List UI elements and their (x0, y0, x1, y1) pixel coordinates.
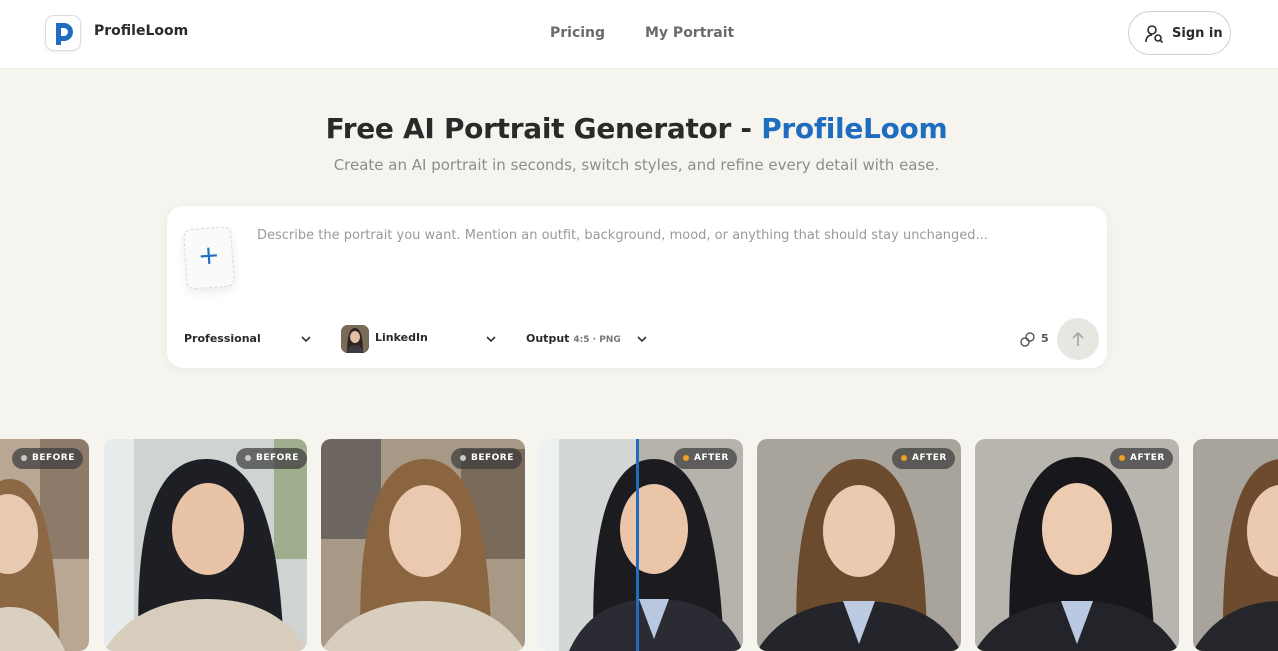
after-photo-tile (1193, 439, 1278, 651)
portrait-photo (1193, 439, 1278, 651)
output-label: Output (526, 332, 570, 345)
chevron-down-icon (301, 336, 311, 343)
after-photo-tile: AFTER (975, 439, 1179, 651)
user-search-icon (1145, 25, 1164, 44)
plus-icon: + (196, 240, 221, 272)
output-select-text: Output 4:5 · PNG (526, 332, 621, 345)
after-photo-tile: AFTER (757, 439, 961, 651)
chevron-down-icon (486, 336, 496, 343)
credits-count: 5 (1041, 332, 1049, 345)
portrait-photo (757, 439, 961, 651)
portrait-photo (321, 439, 525, 651)
nav-my-portrait-link[interactable]: My Portrait (645, 25, 734, 41)
arrow-up-icon (1072, 331, 1084, 346)
page-subtitle: Create an AI portrait in seconds, switch… (333, 156, 940, 174)
sign-in-button[interactable]: Sign in (1128, 11, 1231, 55)
title-prefix: Free AI Portrait Generator - (325, 112, 762, 145)
output-format-value: 4:5 · PNG (573, 335, 621, 345)
after-badge: AFTER (674, 448, 737, 469)
generate-submit-button[interactable] (1057, 318, 1099, 360)
prompt-composer-card: + Professional LinkedIn Output4:5 · PNG … (167, 206, 1107, 368)
output-format-select[interactable]: Output 4:5 · PNG (526, 324, 656, 354)
after-badge: AFTER (892, 448, 955, 469)
prompt-input[interactable] (257, 228, 1087, 308)
before-badge: BEFORE (236, 448, 307, 469)
sign-in-label: Sign in (1172, 26, 1223, 41)
title-brand: ProfileLoom (761, 112, 948, 145)
after-badge: AFTER (1110, 448, 1173, 469)
upload-photo-button[interactable]: + (182, 226, 236, 290)
chevron-down-icon (637, 336, 647, 343)
top-navigation-bar: ProfileLoom Pricing My Portrait Sign in (0, 0, 1278, 69)
preset-select[interactable]: LinkedIn (341, 324, 499, 354)
preset-avatar (341, 325, 369, 353)
style-select[interactable]: Professional (184, 324, 314, 354)
profileloom-logo-icon[interactable] (45, 15, 81, 51)
before-photo-tile: BEFORE (104, 439, 307, 651)
before-badge: BEFORE (451, 448, 522, 469)
preset-select-value: LinkedIn (375, 331, 428, 344)
portrait-photo (0, 439, 89, 651)
style-select-value: Professional (184, 332, 261, 345)
comparison-slider-handle[interactable] (636, 439, 639, 651)
brand-name[interactable]: ProfileLoom (94, 23, 188, 39)
before-badge: BEFORE (12, 448, 83, 469)
link-icon (1020, 332, 1035, 347)
credits-indicator: 5 (1019, 331, 1049, 347)
before-photo-tile: BEFORE (0, 439, 89, 651)
page-title: Free AI Portrait Generator - ProfileLoom (0, 112, 1273, 145)
before-after-gallery: BEFORE BEFORE BEFORE AFTER AFTER AFTER (0, 439, 1278, 651)
portrait-photo (539, 439, 743, 651)
before-photo-tile: BEFORE (321, 439, 525, 651)
portrait-photo (104, 439, 307, 651)
comparison-photo-tile: AFTER (539, 439, 743, 651)
nav-pricing-link[interactable]: Pricing (550, 25, 605, 41)
portrait-photo (975, 439, 1179, 651)
